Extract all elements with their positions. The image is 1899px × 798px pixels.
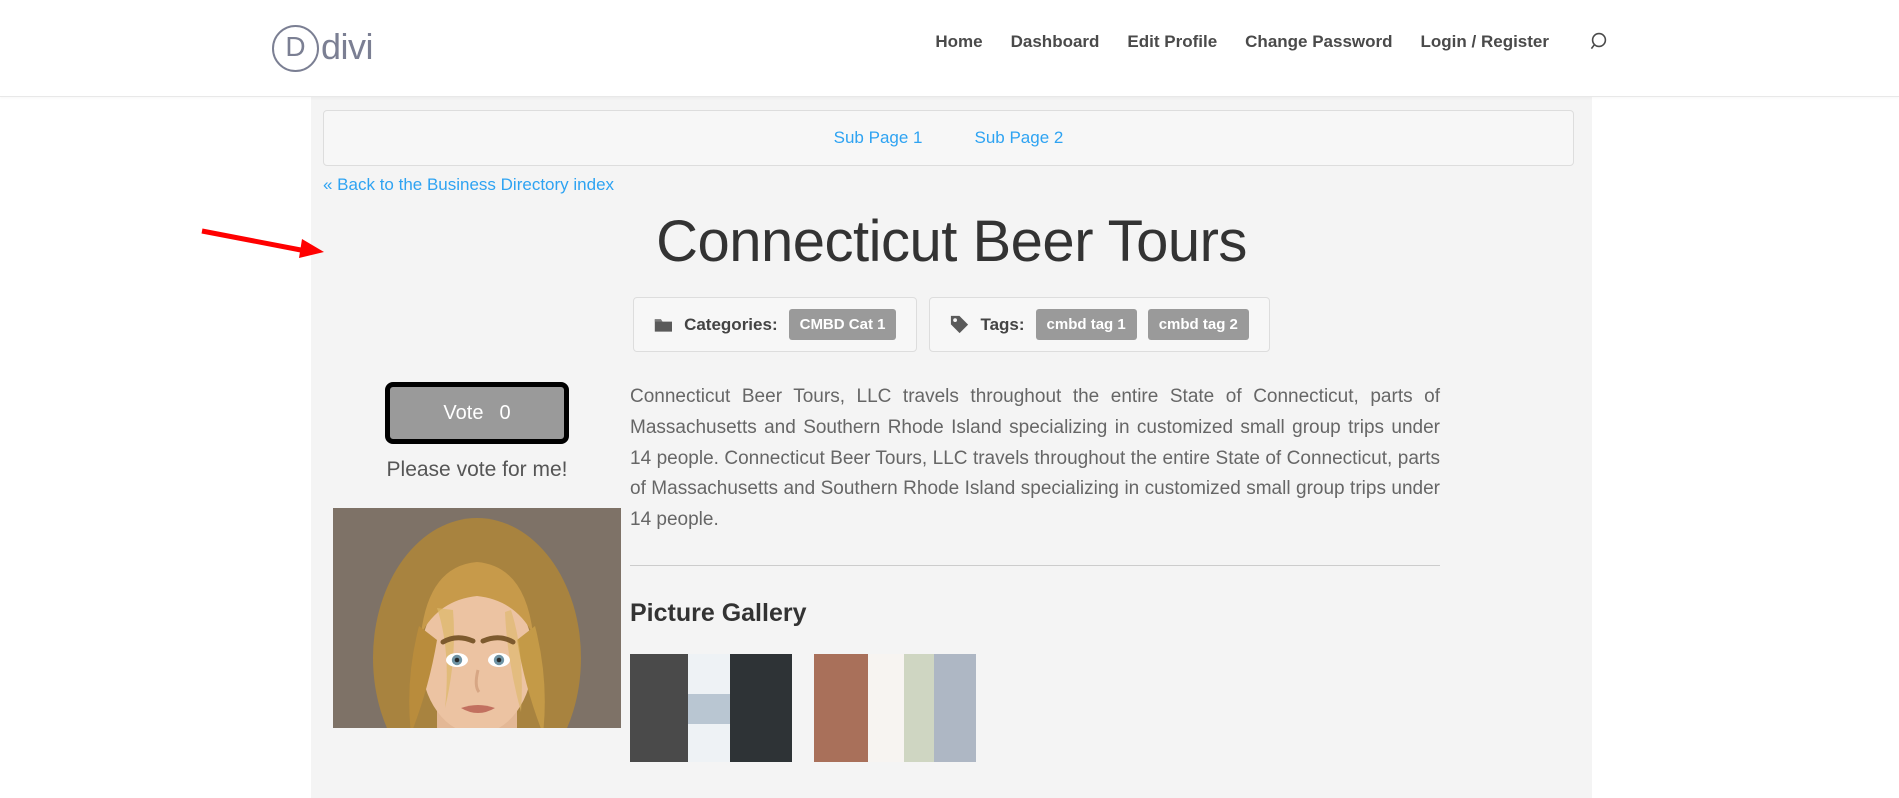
listing-description: Connecticut Beer Tours, LLC travels thro… (630, 386, 1440, 531)
divi-logo-icon: D (272, 24, 319, 72)
section-divider (630, 564, 1440, 566)
vote-count: 0 (499, 401, 511, 424)
nav-item-home[interactable]: Home (921, 32, 996, 52)
vote-button[interactable]: Vote 0 (385, 382, 569, 444)
picture-gallery-grid (630, 653, 1440, 762)
listing-main-column: Connecticut Beer Tours, LLC travels thro… (630, 382, 1440, 762)
categories-box: Categories: CMBD Cat 1 (633, 297, 918, 352)
nav-item-edit-profile[interactable]: Edit Profile (1113, 32, 1231, 52)
tags-box: Tags: cmbd tag 1 cmbd tag 2 (929, 297, 1270, 352)
content-column: Sub Page 1 Sub Page 2 « Back to the Busi… (311, 97, 1592, 798)
nav-item-change-password[interactable]: Change Password (1231, 32, 1406, 52)
vote-caption: Please vote for me! (386, 458, 568, 481)
vote-button-label: Vote (443, 401, 484, 424)
category-chip[interactable]: CMBD Cat 1 (788, 309, 897, 340)
gallery-thumb-2[interactable] (814, 653, 976, 762)
picture-gallery-heading: Picture Gallery (630, 598, 807, 627)
listing-main-photo (333, 508, 621, 728)
tag-chip-1[interactable]: cmbd tag 1 (1035, 309, 1137, 340)
main-navigation: Home Dashboard Edit Profile Change Passw… (921, 30, 1613, 54)
tag-chip-2[interactable]: cmbd tag 2 (1147, 309, 1249, 340)
taxonomy-row: Categories: CMBD Cat 1 Tags: cmbd tag 1 … (311, 297, 1592, 352)
folder-icon (654, 317, 673, 333)
sub-page-link-1[interactable]: Sub Page 1 (808, 128, 949, 148)
search-icon[interactable] (1589, 30, 1613, 54)
back-to-directory-index-link[interactable]: « Back to the Business Directory index (323, 175, 614, 195)
site-header: D divi Home Dashboard Edit Profile Chang… (0, 0, 1899, 97)
gallery-thumb-1[interactable] (630, 653, 792, 762)
annotation-arrow-icon (198, 225, 328, 265)
listing-title: Connecticut Beer Tours (656, 209, 1247, 274)
tag-icon (950, 315, 969, 334)
sub-page-link-2[interactable]: Sub Page 2 (949, 128, 1090, 148)
categories-label: Categories: (684, 314, 778, 334)
tags-label: Tags: (980, 314, 1025, 334)
sub-page-navigation-box: Sub Page 1 Sub Page 2 (323, 110, 1574, 166)
nav-item-login-register[interactable]: Login / Register (1407, 32, 1563, 52)
page-canvas: Sub Page 1 Sub Page 2 « Back to the Busi… (0, 97, 1899, 798)
site-logo[interactable]: D divi (272, 24, 374, 72)
logo-wordmark: divi (321, 25, 374, 67)
nav-item-dashboard[interactable]: Dashboard (997, 32, 1114, 52)
vote-widget: Vote 0 Please vote for me! (385, 382, 569, 482)
listing-sidebar-column: Vote 0 Please vote for me! (333, 382, 621, 728)
